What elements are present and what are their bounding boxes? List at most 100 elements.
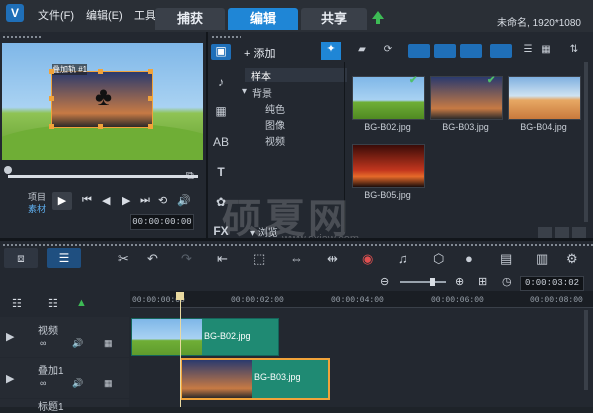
tree-item-image[interactable]: 图像 bbox=[265, 117, 285, 132]
preview-timecode[interactable]: 00:00:00:00 bbox=[130, 214, 194, 230]
filter-audio-button[interactable] bbox=[460, 44, 482, 58]
instant-project-icon[interactable]: ▦ bbox=[211, 104, 231, 120]
resize-handle[interactable] bbox=[49, 124, 54, 129]
resize-handle[interactable] bbox=[148, 124, 153, 129]
tools-icon[interactable]: ✂ bbox=[118, 251, 129, 267]
zoom-slider[interactable] bbox=[400, 281, 446, 283]
tree-item-video[interactable]: 视频 bbox=[265, 133, 285, 148]
end-icon[interactable]: ⏭ bbox=[140, 194, 150, 207]
track-header-video bbox=[0, 317, 129, 357]
panel-grip[interactable] bbox=[211, 35, 241, 39]
split-icon[interactable]: ⇔ bbox=[290, 251, 303, 266]
expand-preview-icon[interactable]: ⧉ bbox=[186, 170, 194, 183]
zoom-out-icon[interactable]: ⊖ bbox=[380, 275, 389, 288]
next-frame-icon[interactable]: ▶ bbox=[122, 194, 130, 207]
upload-icon[interactable] bbox=[372, 11, 384, 19]
storyboard-view-button[interactable]: ⧈ bbox=[4, 248, 38, 268]
refresh-icon[interactable]: ⟳ bbox=[380, 44, 396, 58]
trim-icon[interactable]: ⇤ bbox=[217, 251, 228, 267]
play-button[interactable]: ▶ bbox=[52, 192, 72, 210]
title-icon[interactable]: T bbox=[211, 165, 231, 181]
redo-icon: ↷ bbox=[181, 251, 192, 266]
track-header-title bbox=[0, 399, 129, 407]
add-folder-button[interactable]: + 添加 bbox=[244, 45, 276, 61]
track-name: 标题1 bbox=[38, 402, 64, 413]
tab-edit[interactable]: 编辑 bbox=[228, 8, 298, 30]
audio-icon[interactable]: ♪ bbox=[211, 75, 231, 91]
resize-handle[interactable] bbox=[49, 69, 54, 74]
record-icon[interactable]: ◉ bbox=[362, 251, 373, 267]
list-view-icon[interactable]: ☰ bbox=[520, 44, 536, 58]
tab-share[interactable]: 共享 bbox=[301, 8, 367, 30]
pin-icon[interactable]: ✦ bbox=[321, 42, 341, 60]
fit-project-icon[interactable]: ⊞ bbox=[478, 275, 487, 288]
menu-tools[interactable]: 工具 bbox=[134, 7, 156, 23]
settings-icon[interactable]: ⚙ bbox=[566, 251, 578, 267]
audio-mixer-icon[interactable]: ♫ bbox=[398, 251, 408, 266]
timeline-scrollbar[interactable] bbox=[584, 310, 588, 390]
clip-mode-label[interactable]: 素材 bbox=[28, 202, 46, 215]
scrubber-knob[interactable] bbox=[4, 166, 12, 174]
repeat-icon[interactable]: ⟲ bbox=[158, 194, 167, 207]
zoom-in-icon[interactable]: ⊕ bbox=[455, 275, 464, 288]
add-label: 添加 bbox=[253, 48, 276, 60]
motion-icon[interactable]: ⬡ bbox=[433, 251, 444, 267]
volume-icon[interactable]: 🔊 bbox=[177, 194, 191, 207]
zoom-slider-knob[interactable] bbox=[430, 278, 435, 286]
panel-grip[interactable] bbox=[2, 243, 593, 247]
scrubber-track[interactable] bbox=[8, 175, 198, 178]
ruler-tick: 00:00:04:00 bbox=[331, 296, 384, 305]
track-manager-icon[interactable]: ☷ bbox=[12, 297, 22, 310]
mute-icon[interactable]: 🔊 bbox=[72, 338, 83, 349]
playhead-line[interactable] bbox=[180, 292, 181, 407]
grid-view-icon[interactable]: ▦ bbox=[538, 44, 554, 58]
media-icon[interactable]: ▣ bbox=[211, 44, 231, 60]
timeline-view-button[interactable]: ☰ bbox=[47, 248, 81, 268]
link-icon[interactable]: ∞ bbox=[40, 338, 46, 348]
transition-icon[interactable]: AB bbox=[211, 135, 231, 151]
link-icon[interactable]: ∞ bbox=[40, 378, 46, 388]
thumbnail-bg-b05[interactable] bbox=[352, 144, 425, 188]
view-toggle-button[interactable] bbox=[490, 44, 512, 58]
grid-icon[interactable]: ▦ bbox=[104, 378, 113, 389]
ripple-icon[interactable]: ▲ bbox=[76, 297, 87, 309]
tab-capture[interactable]: 捕获 bbox=[155, 8, 225, 30]
menu-edit[interactable]: 编辑(E) bbox=[86, 7, 123, 23]
panel-grip[interactable] bbox=[2, 35, 42, 39]
grid-icon[interactable]: ▦ bbox=[104, 338, 113, 349]
used-check-icon: ✔ bbox=[487, 75, 496, 86]
add-chapter-icon[interactable]: ☷ bbox=[48, 297, 58, 310]
prev-frame-icon[interactable]: ◀ bbox=[102, 194, 110, 207]
plus-icon: + bbox=[244, 48, 251, 60]
menu-file[interactable]: 文件(F) bbox=[38, 7, 74, 23]
subtitle-icon[interactable]: ● bbox=[465, 251, 473, 266]
timeline-clip-overlay[interactable]: BG-B03.jpg bbox=[180, 358, 330, 400]
caption-icon[interactable]: ▤ bbox=[500, 251, 512, 267]
resize-handle[interactable] bbox=[98, 69, 103, 74]
fit-icon[interactable]: ⬚ bbox=[253, 251, 265, 267]
import-folder-icon[interactable]: ▰ bbox=[354, 44, 370, 58]
used-check-icon: ✔ bbox=[409, 75, 418, 86]
home-icon[interactable]: ⏮ bbox=[82, 194, 92, 207]
tree-item-solid[interactable]: 纯色 bbox=[265, 101, 285, 116]
filter-video-button[interactable] bbox=[408, 44, 430, 58]
timeline-timecode[interactable]: 0:00:03:02 bbox=[520, 276, 584, 291]
resize-handle[interactable] bbox=[49, 96, 54, 101]
tree-item-sample[interactable]: 样本 bbox=[245, 68, 347, 83]
resize-handle[interactable] bbox=[98, 124, 103, 129]
timeline-clip-video[interactable]: BG-B02.jpg bbox=[131, 318, 279, 356]
extend-icon[interactable]: ⇹ bbox=[327, 251, 338, 267]
filter-image-button[interactable] bbox=[434, 44, 456, 58]
mute-icon[interactable]: 🔊 bbox=[72, 378, 83, 389]
library-scrollbar[interactable] bbox=[584, 62, 588, 222]
resize-handle[interactable] bbox=[148, 96, 153, 101]
tree-expand-icon[interactable]: ▾ bbox=[242, 86, 247, 97]
thumbnail-bg-b04[interactable] bbox=[508, 76, 581, 120]
sort-icon[interactable]: ⇅ bbox=[566, 44, 582, 58]
multicam-icon[interactable]: ▥ bbox=[536, 251, 548, 267]
tree-item-background[interactable]: 背景 bbox=[252, 85, 272, 100]
clip-thumbnail bbox=[182, 360, 252, 398]
resize-handle[interactable] bbox=[148, 69, 153, 74]
undo-icon[interactable]: ↶ bbox=[147, 251, 158, 267]
playhead-handle[interactable] bbox=[176, 292, 184, 300]
